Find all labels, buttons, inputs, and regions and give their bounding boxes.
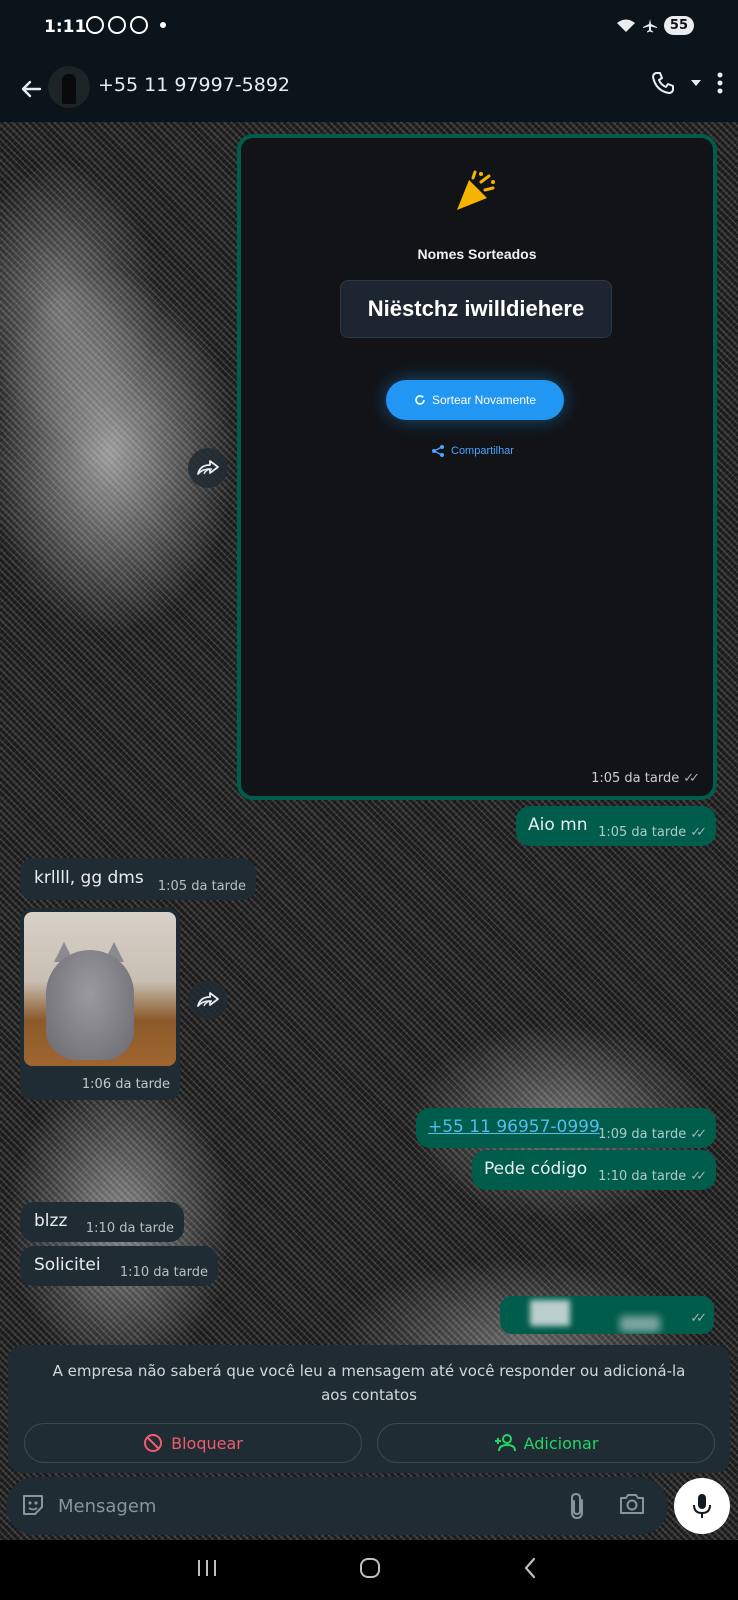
read-ticks-icon: ✓✓ — [690, 1127, 707, 1142]
message-meta: 1:05 da tarde ✓✓ — [591, 771, 700, 786]
contact-avatar[interactable] — [48, 66, 90, 108]
status-bar: 1:11 55 — [0, 0, 738, 56]
notification-icons — [86, 16, 166, 34]
status-time: 1:11 — [44, 17, 87, 37]
message-time: 1:10 da tarde — [598, 1169, 687, 1184]
message-bubble-incoming[interactable]: krllll, gg dms 1:05 da tarde — [20, 858, 256, 900]
whatsapp-icon — [130, 16, 148, 34]
chat-header: +55 11 97997-5892 — [0, 56, 738, 122]
refresh-icon — [415, 395, 425, 405]
arrow-left-icon — [21, 80, 42, 98]
forward-icon — [197, 992, 219, 1007]
system-nav-bar — [0, 1540, 738, 1600]
message-text: Solicitei — [34, 1255, 101, 1275]
forward-button[interactable] — [188, 980, 228, 1020]
cat-photo — [24, 912, 176, 1066]
screenshot-content: Nomes Sorteados Niëstchz iwilldiehere So… — [241, 138, 713, 796]
message-time: 1:05 da tarde — [157, 879, 246, 894]
message-bubble-incoming[interactable]: Solicitei 1:10 da tarde — [20, 1246, 218, 1286]
message-meta: 1:05 da tarde — [158, 879, 246, 894]
message-text: blzz — [34, 1211, 68, 1231]
back-nav-icon[interactable] — [522, 1556, 538, 1580]
whatsapp-icon — [86, 16, 104, 34]
message-bubble-outgoing[interactable]: Pede código 1:10 da tarde ✓✓ — [472, 1150, 716, 1190]
camera-icon[interactable] — [618, 1491, 646, 1517]
redraw-label: Sortear Novamente — [431, 393, 537, 407]
block-button[interactable]: Bloquear — [24, 1423, 362, 1463]
status-indicators: 55 — [616, 16, 694, 35]
message-text: krllll, gg dms — [34, 868, 144, 888]
home-icon[interactable] — [358, 1556, 382, 1580]
message-meta: 1:10 da tarde — [120, 1265, 208, 1280]
battery-indicator: 55 — [663, 16, 694, 35]
message-time: 1:10 da tarde — [119, 1265, 208, 1280]
redraw-button: Sortear Novamente — [386, 380, 564, 420]
read-ticks-icon: ✓✓ — [683, 771, 700, 786]
message-composer — [6, 1477, 668, 1535]
add-label: Adicionar — [523, 1433, 599, 1453]
share-link: Compartilhar — [431, 444, 514, 458]
more-vert-icon[interactable] — [716, 71, 724, 95]
header-actions — [650, 70, 724, 96]
message-input[interactable] — [58, 1487, 538, 1525]
block-label: Bloquear — [171, 1433, 243, 1453]
message-time: 1:06 da tarde — [81, 1077, 170, 1092]
voice-record-button[interactable] — [674, 1478, 730, 1534]
attach-icon[interactable] — [566, 1491, 588, 1521]
message-meta: 1:05 da tarde ✓✓ — [598, 825, 707, 840]
message-text: Pede código — [484, 1159, 588, 1179]
share-label: Compartilhar — [451, 445, 514, 457]
redacted-content — [620, 1316, 660, 1332]
drawn-name: Niëstchz iwilldiehere — [367, 296, 585, 321]
share-icon — [432, 445, 444, 457]
unknown-business-notice: A empresa não saberá que você leu a mens… — [8, 1345, 730, 1473]
block-icon — [144, 1434, 163, 1452]
message-meta: 1:10 da tarde ✓✓ — [598, 1169, 707, 1184]
message-time: 1:09 da tarde — [598, 1127, 687, 1142]
message-bubble-outgoing[interactable]: +55 11 96957-0999 1:09 da tarde ✓✓ — [416, 1108, 716, 1148]
contact-name[interactable]: +55 11 97997-5892 — [98, 74, 290, 96]
microphone-icon — [693, 1494, 711, 1518]
party-popper-icon — [457, 170, 495, 210]
drawn-names-title: Nomes Sorteados — [417, 246, 537, 262]
image-message-screenshot[interactable]: Nomes Sorteados Niëstchz iwilldiehere So… — [237, 134, 717, 800]
add-person-icon — [494, 1434, 516, 1452]
read-ticks-icon: ✓✓ — [690, 1169, 707, 1184]
read-ticks-icon: ✓✓ — [690, 1311, 707, 1326]
recent-apps-icon[interactable] — [196, 1556, 218, 1580]
phone-icon[interactable] — [650, 70, 676, 96]
message-time: 1:05 da tarde — [598, 825, 687, 840]
airplane-icon — [642, 18, 657, 32]
forward-icon — [197, 460, 219, 475]
read-ticks-icon: ✓✓ — [690, 825, 707, 840]
back-button[interactable] — [14, 72, 48, 106]
message-time: 1:10 da tarde — [85, 1221, 174, 1236]
message-bubble-outgoing[interactable]: Aio mn 1:05 da tarde ✓✓ — [516, 806, 716, 846]
chevron-down-icon[interactable] — [690, 78, 702, 88]
forward-button[interactable] — [188, 448, 228, 488]
redacted-content — [530, 1300, 570, 1326]
cat-body — [46, 950, 134, 1060]
redacted-message[interactable]: ✓✓ — [500, 1296, 714, 1334]
whatsapp-icon — [108, 16, 126, 34]
message-text: Aio mn — [528, 815, 588, 835]
wifi-icon — [616, 19, 635, 32]
notice-text: A empresa não saberá que você leu a mens… — [52, 1362, 686, 1404]
add-contact-button[interactable]: Adicionar — [377, 1423, 715, 1463]
message-time: 1:05 da tarde — [591, 771, 680, 786]
avatar-figure — [62, 74, 76, 104]
sticker-icon[interactable] — [20, 1492, 46, 1518]
image-message-incoming[interactable]: 1:06 da tarde — [20, 908, 180, 1100]
message-meta: 1:10 da tarde — [86, 1221, 174, 1236]
phone-link[interactable]: +55 11 96957-0999 — [428, 1117, 600, 1137]
more-notifications-icon — [160, 22, 166, 28]
message-bubble-incoming[interactable]: blzz 1:10 da tarde — [20, 1202, 184, 1242]
drawn-name-box: Niëstchz iwilldiehere — [340, 280, 612, 338]
message-meta: 1:09 da tarde ✓✓ — [598, 1127, 707, 1142]
